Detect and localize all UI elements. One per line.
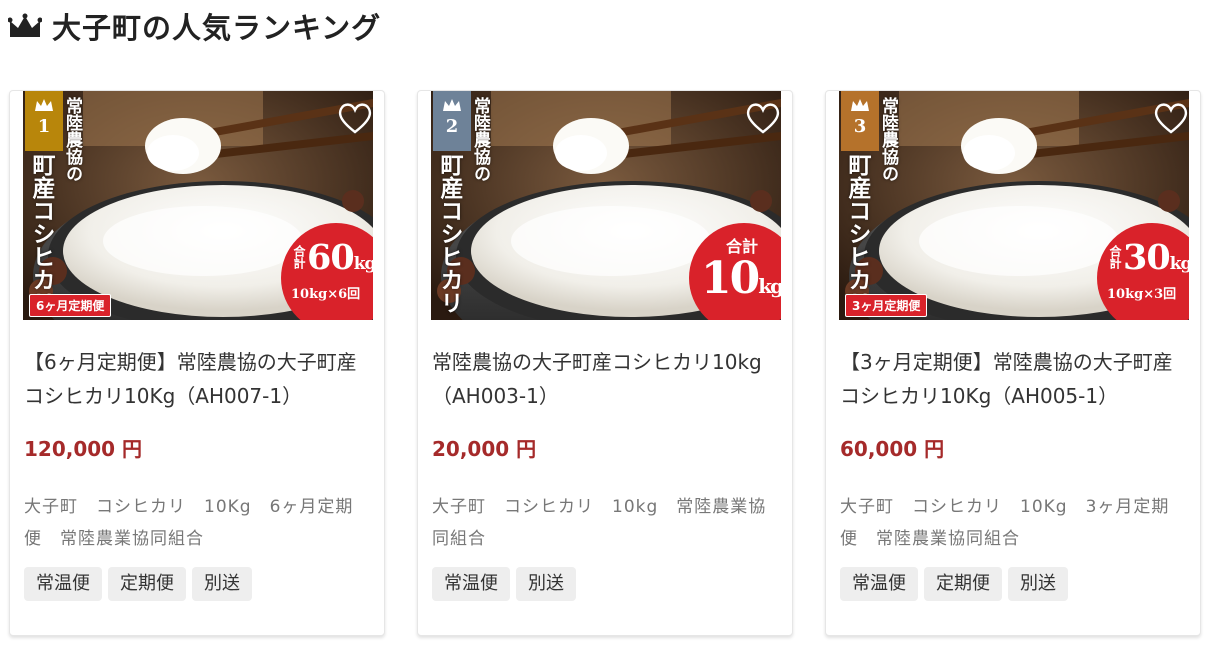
tag-list: 常温便 別送 bbox=[432, 567, 576, 601]
heart-icon[interactable] bbox=[1153, 101, 1189, 135]
image-caption-top: 常陸農協の bbox=[878, 97, 898, 182]
crown-icon bbox=[8, 13, 42, 37]
product-price: 120,000 円 bbox=[24, 437, 143, 461]
tag-item[interactable]: 別送 bbox=[192, 567, 252, 601]
tag-item[interactable]: 定期便 bbox=[108, 567, 186, 601]
tag-item[interactable]: 定期便 bbox=[924, 567, 1002, 601]
tag-list: 常温便 定期便 別送 bbox=[24, 567, 252, 601]
product-image[interactable]: 1 常陸農協の 町産コシヒカリ 合計 60kg 10kg×6回 6ヶ月定期便 bbox=[23, 91, 373, 320]
section-title: 大子町の人気ランキング bbox=[52, 11, 382, 45]
tag-item[interactable]: 別送 bbox=[1008, 567, 1068, 601]
tag-item[interactable]: 常温便 bbox=[24, 567, 102, 601]
image-caption-top: 常陸農協の bbox=[470, 97, 490, 182]
product-card-2[interactable]: 2 常陸農協の 町産コシヒカリ 合計 10kg 常陸農協の大子町産コシヒカリ10… bbox=[417, 90, 793, 636]
section-header: 大子町の人気ランキング bbox=[8, 6, 381, 46]
product-price: 20,000 円 bbox=[432, 437, 537, 461]
image-caption-bottom: 町産コシヒカリ bbox=[844, 153, 871, 314]
product-title[interactable]: 常陸農協の大子町産コシヒカリ10kg（AH003-1） bbox=[432, 345, 782, 413]
crown-icon bbox=[443, 99, 461, 111]
product-title[interactable]: 【6ヶ月定期便】常陸農協の大子町産コシヒカリ10Kg（AH007-1） bbox=[24, 345, 374, 413]
tag-item[interactable]: 別送 bbox=[516, 567, 576, 601]
crown-icon bbox=[35, 99, 53, 111]
rank-badge: 3 bbox=[841, 91, 879, 151]
image-caption-bottom: 町産コシヒカリ bbox=[28, 153, 55, 314]
heart-icon[interactable] bbox=[745, 101, 781, 135]
plan-badge: 6ヶ月定期便 bbox=[29, 294, 112, 317]
product-title[interactable]: 【3ヶ月定期便】常陸農協の大子町産コシヒカリ10Kg（AH005-1） bbox=[840, 345, 1190, 413]
tag-item[interactable]: 常温便 bbox=[840, 567, 918, 601]
product-meta: 大子町 コシヒカリ 10Kg 3ヶ月定期便 常陸農業協同組合 bbox=[840, 497, 1170, 549]
tag-item[interactable]: 常温便 bbox=[432, 567, 510, 601]
tag-list: 常温便 定期便 別送 bbox=[840, 567, 1068, 601]
image-caption-top: 常陸農協の bbox=[62, 97, 82, 182]
product-image[interactable]: 2 常陸農協の 町産コシヒカリ 合計 10kg bbox=[431, 91, 781, 320]
product-card-1[interactable]: 1 常陸農協の 町産コシヒカリ 合計 60kg 10kg×6回 6ヶ月定期便 【… bbox=[9, 90, 385, 636]
product-image[interactable]: 3 常陸農協の 町産コシヒカリ 合計 30kg 10kg×3回 3ヶ月定期便 bbox=[839, 91, 1189, 320]
plan-badge: 3ヶ月定期便 bbox=[845, 294, 928, 317]
rank-badge: 1 bbox=[25, 91, 63, 151]
product-card-3[interactable]: 3 常陸農協の 町産コシヒカリ 合計 30kg 10kg×3回 3ヶ月定期便 【… bbox=[825, 90, 1201, 636]
heart-icon[interactable] bbox=[337, 101, 373, 135]
rank-badge: 2 bbox=[433, 91, 471, 151]
crown-icon bbox=[851, 99, 869, 111]
product-meta: 大子町 コシヒカリ 10Kg 6ヶ月定期便 常陸農業協同組合 bbox=[24, 497, 354, 549]
image-caption-bottom: 町産コシヒカリ bbox=[436, 153, 463, 314]
product-price: 60,000 円 bbox=[840, 437, 945, 461]
product-meta: 大子町 コシヒカリ 10kg 常陸農業協同組合 bbox=[432, 497, 767, 549]
